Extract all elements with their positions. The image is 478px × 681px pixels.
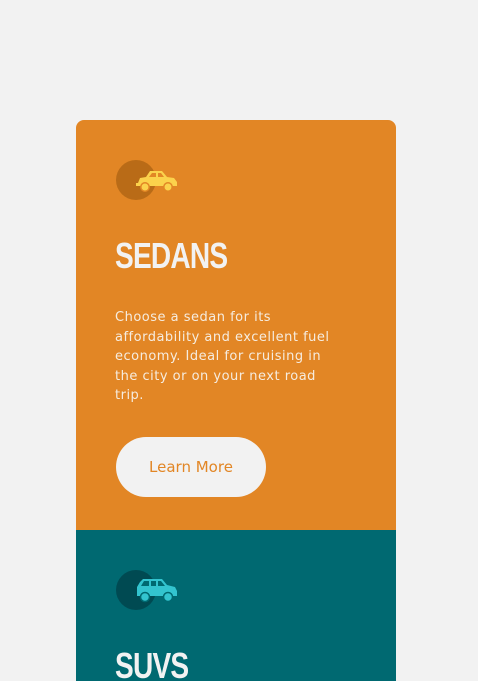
suv-icon-badge (116, 570, 180, 610)
card-title: SUVS (115, 645, 189, 681)
suv-car-icon (137, 579, 177, 603)
card-description: Choose a sedan for its affordability and… (115, 310, 330, 403)
sedan-car-icon (136, 171, 177, 192)
suvs-card: SUVS (76, 530, 396, 681)
sedans-card: SEDANS Choose a sedan for its affordabil… (76, 120, 396, 530)
car-category-cards: SEDANS Choose a sedan for its affordabil… (76, 120, 396, 681)
sedan-icon-badge (116, 160, 180, 200)
learn-more-button[interactable]: Learn More (116, 437, 266, 497)
card-title: SEDANS (115, 235, 228, 276)
